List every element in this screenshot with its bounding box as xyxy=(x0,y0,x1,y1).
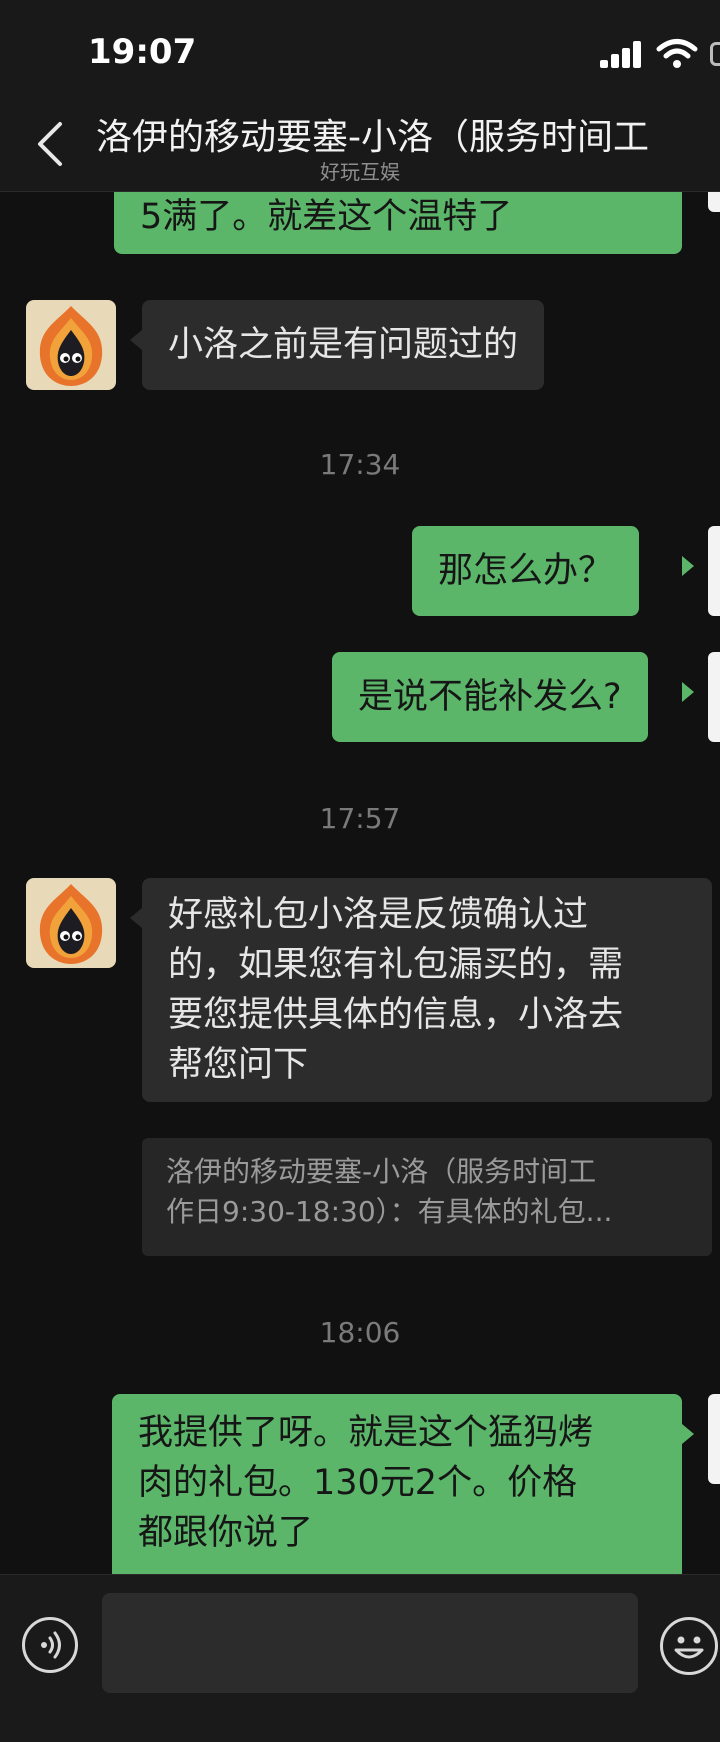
message-input[interactable] xyxy=(102,1593,638,1693)
avatar-self[interactable] xyxy=(708,1394,720,1484)
message-timestamp: 18:06 xyxy=(319,1316,401,1349)
bubble-tail xyxy=(682,556,694,576)
message-text-line: 我提供了呀。就是这个猛犸烤 xyxy=(138,1413,594,1453)
avatar-other[interactable] xyxy=(26,878,116,968)
chat-header: 洛伊的移动要塞-小洛（服务时间工 好玩互娱 xyxy=(0,100,720,192)
wifi-icon xyxy=(656,39,698,68)
status-bar: 19:07 xyxy=(0,0,720,100)
message-bubble-sent[interactable]: 那怎么办？ xyxy=(412,526,640,616)
message-text: 是说不能补发么? xyxy=(358,677,622,717)
message-text-line: 帮您问下 xyxy=(168,1045,309,1085)
bubble-tail xyxy=(130,330,142,350)
quoted-text-line: 作日9:30-18:30）：有具体的礼包... xyxy=(166,1195,613,1228)
battery-icon xyxy=(710,42,720,66)
message-text: 那怎么办？ xyxy=(438,551,614,591)
message-bubble-sent[interactable]: 是说不能补发么? xyxy=(332,652,648,742)
message-text-line: 都跟你说了 xyxy=(138,1513,314,1553)
message-text-line: 好感礼包小洛是反馈确认过 xyxy=(168,895,589,935)
input-bar xyxy=(0,1574,720,1742)
message-bubble-received[interactable]: 小洛之前是有问题过的 xyxy=(142,300,545,390)
mascot-avatar-icon xyxy=(26,300,116,390)
message-text-line: 要您提供具体的信息，小洛去 xyxy=(168,995,624,1035)
mascot-avatar-icon xyxy=(26,878,116,968)
message-bubble-sent[interactable]: 5满了。就差这个温特了 xyxy=(114,192,682,254)
message-text: 5满了。就差这个温特了 xyxy=(140,197,513,237)
avatar-self[interactable] xyxy=(708,192,720,212)
avatar-self[interactable] xyxy=(708,526,720,616)
bubble-tail xyxy=(682,682,694,702)
chat-title: 洛伊的移动要塞-小洛（服务时间工 xyxy=(96,117,649,158)
status-time: 19:07 xyxy=(88,32,197,72)
message-text-line: 的，如果您有礼包漏买的，需 xyxy=(168,945,624,985)
message-timestamp: 17:57 xyxy=(319,802,401,835)
chat-area[interactable]: 5满了。就差这个温特了 小洛之前是有问题过的 17:34 那怎么办？ 是说不能补… xyxy=(0,192,720,1574)
message-text-line: 肉的礼包。130元2个。价格 xyxy=(138,1463,578,1503)
emoji-icon[interactable] xyxy=(660,1617,718,1675)
message-bubble-received[interactable]: 好感礼包小洛是反馈确认过 的，如果您有礼包漏买的，需 要您提供具体的信息，小洛去… xyxy=(142,878,712,1102)
quoted-text-line: 洛伊的移动要塞-小洛（服务时间工 xyxy=(166,1155,597,1188)
message-text: 小洛之前是有问题过的 xyxy=(168,325,519,365)
quoted-message[interactable]: 洛伊的移动要塞-小洛（服务时间工 作日9:30-18:30）：有具体的礼包... xyxy=(142,1138,712,1256)
voice-icon[interactable] xyxy=(22,1617,78,1673)
chat-subtitle: 好玩互娱 xyxy=(320,160,400,184)
avatar-other[interactable] xyxy=(26,300,116,390)
bubble-tail xyxy=(682,1424,694,1444)
avatar-self[interactable] xyxy=(708,652,720,742)
signal-icon xyxy=(600,40,644,68)
message-bubble-sent[interactable]: 我提供了呀。就是这个猛犸烤 肉的礼包。130元2个。价格 都跟你说了 xyxy=(112,1394,682,1574)
bubble-tail xyxy=(130,908,142,928)
message-timestamp: 17:34 xyxy=(319,448,401,481)
